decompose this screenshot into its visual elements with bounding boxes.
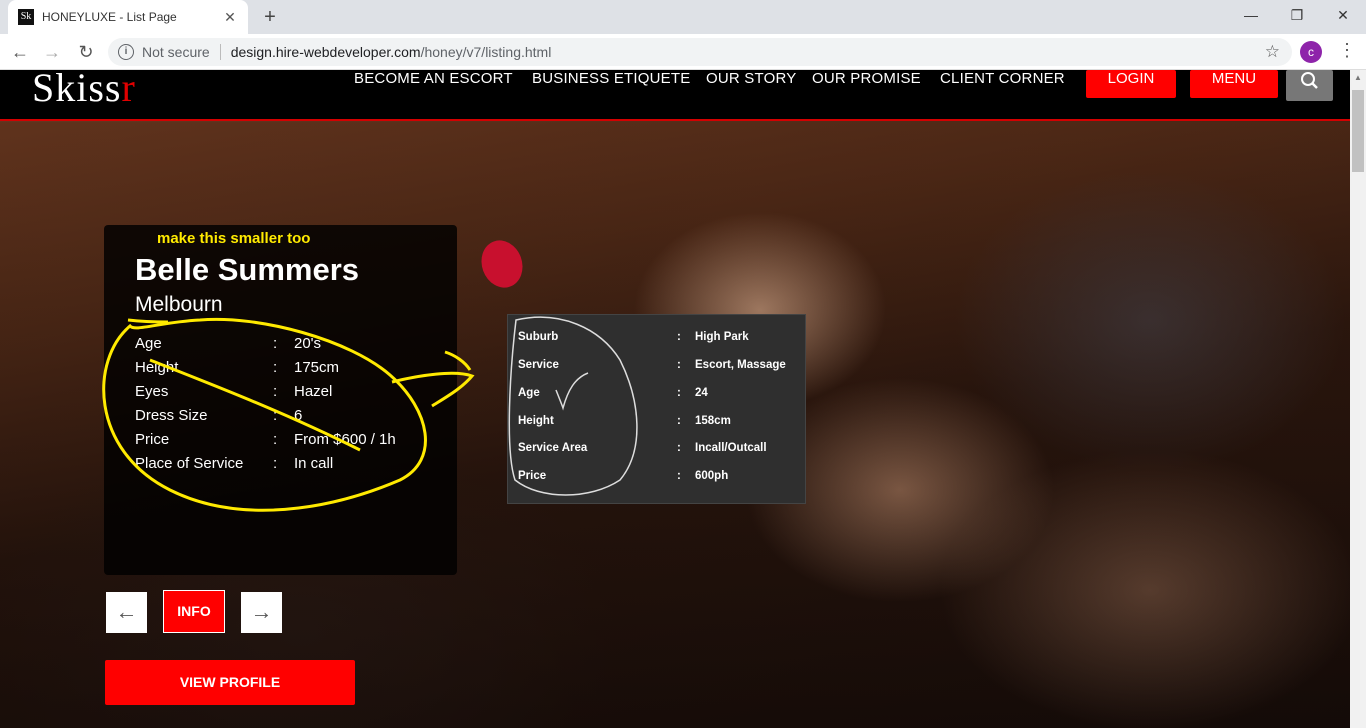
attribute-row: Place of Service : In call [135, 455, 435, 475]
back-icon[interactable]: ← [8, 40, 32, 64]
attribute-label: Price [135, 431, 170, 448]
table-row: Price : 600ph [518, 470, 798, 486]
attribute-separator: : [273, 383, 278, 400]
table-label: Service [518, 359, 559, 371]
table-separator: : [677, 331, 681, 343]
table-label: Service Area [518, 442, 588, 454]
table-separator: : [677, 387, 681, 399]
attribute-separator: : [273, 335, 278, 352]
attribute-label: Place of Service [135, 455, 244, 472]
browser-tab[interactable]: Sk HONEYLUXE - List Page ✕ [8, 0, 248, 34]
annotation-note: make this smaller too [157, 230, 311, 247]
attribute-value: In call [294, 455, 334, 472]
bookmark-star-icon[interactable]: ☆ [1265, 42, 1280, 62]
profile-city: Melbourn [135, 293, 223, 316]
attribute-label: Dress Size [135, 407, 208, 424]
page-scrollbar[interactable]: ▲ [1350, 70, 1366, 728]
prev-button[interactable]: ← [106, 592, 147, 633]
favicon-icon: Sk [18, 9, 34, 25]
table-value: Escort, Massage [695, 359, 786, 371]
attribute-separator: : [273, 455, 278, 472]
table-value: Incall/Outcall [695, 442, 767, 454]
new-tab-icon[interactable]: + [258, 5, 282, 29]
table-separator: : [677, 359, 681, 371]
table-value: 158cm [695, 415, 731, 427]
nav-our-promise[interactable]: OUR PROMISE [812, 70, 921, 87]
attribute-value: 6 [294, 407, 303, 424]
forward-icon[interactable]: → [40, 40, 64, 64]
table-row: Height : 158cm [518, 415, 798, 431]
table-separator: : [677, 470, 681, 482]
table-row: Suburb : High Park [518, 331, 798, 347]
attribute-label: Eyes [135, 383, 169, 400]
logo-accent: r [121, 70, 136, 110]
attribute-separator: : [273, 407, 278, 424]
page-viewport: Skissr BECOME AN ESCORT BUSINESS ETIQUET… [0, 70, 1350, 728]
site-logo[interactable]: Skissr [32, 70, 136, 111]
profile-name: Belle Summers [135, 252, 359, 287]
table-value: High Park [695, 331, 749, 343]
table-row: Service Area : Incall/Outcall [518, 442, 798, 458]
attribute-separator: : [273, 359, 278, 376]
menu-button[interactable]: MENU [1190, 70, 1278, 98]
attribute-value: 20's [294, 335, 322, 352]
attribute-value: From $600 / 1h [294, 431, 396, 448]
attribute-row: Age : 20's [135, 335, 435, 355]
attribute-label: Age [135, 335, 162, 352]
arrow-left-icon: ← [115, 599, 138, 624]
browser-tab-strip: Sk HONEYLUXE - List Page ✕ + — ❐ ✕ [0, 0, 1366, 34]
table-value: 600ph [695, 470, 729, 482]
reload-icon[interactable]: ↻ [74, 40, 98, 64]
attribute-row: Eyes : Hazel [135, 383, 435, 403]
table-label: Height [518, 415, 554, 427]
attribute-label: Height [135, 359, 179, 376]
close-icon[interactable]: ✕ [222, 9, 238, 26]
scroll-up-icon[interactable]: ▲ [1350, 70, 1366, 86]
view-profile-button[interactable]: VIEW PROFILE [105, 660, 355, 705]
url-host: design.hire-webdeveloper.com [230, 44, 421, 60]
restore-icon[interactable]: ❐ [1274, 0, 1320, 30]
window-close-icon[interactable]: ✕ [1320, 0, 1366, 30]
attribute-row: Height : 175cm [135, 359, 435, 379]
search-icon [1301, 72, 1318, 89]
table-label: Age [518, 387, 540, 399]
table-value: 24 [695, 387, 708, 399]
table-separator: : [677, 442, 681, 454]
table-label: Suburb [518, 331, 559, 343]
security-label: Not secure [142, 44, 210, 60]
arrow-right-icon: → [250, 599, 273, 624]
address-separator [219, 44, 221, 60]
login-button[interactable]: LOGIN [1086, 70, 1176, 98]
attribute-separator: : [273, 431, 278, 448]
attribute-value: Hazel [294, 383, 333, 400]
nav-business-etiquete[interactable]: BUSINESS ETIQUETE [532, 70, 690, 87]
search-button[interactable] [1286, 70, 1333, 101]
address-bar[interactable]: i Not secure design.hire-webdeveloper.co… [108, 38, 1292, 66]
info-icon[interactable]: i [118, 44, 134, 60]
attribute-value: 175cm [294, 359, 340, 376]
nav-our-story[interactable]: OUR STORY [706, 70, 796, 87]
nav-become-escort[interactable]: BECOME AN ESCORT [354, 70, 513, 87]
table-row: Age : 24 [518, 387, 798, 403]
info-button[interactable]: INFO [163, 590, 225, 633]
url-path: /honey/v7/listing.html [420, 44, 552, 60]
profile-avatar[interactable]: c [1300, 41, 1322, 63]
reference-details-table: Suburb : High Park Service : Escort, Mas… [507, 314, 806, 504]
table-row: Service : Escort, Massage [518, 359, 798, 375]
minimize-icon[interactable]: — [1228, 0, 1274, 30]
browser-toolbar: ← → ↻ i Not secure design.hire-webdevelo… [0, 34, 1366, 70]
site-header: Skissr BECOME AN ESCORT BUSINESS ETIQUET… [0, 70, 1350, 121]
table-label: Price [518, 470, 547, 482]
next-button[interactable]: → [241, 592, 282, 633]
tab-title: HONEYLUXE - List Page [42, 10, 177, 24]
nav-client-corner[interactable]: CLIENT CORNER [940, 70, 1065, 87]
table-separator: : [677, 415, 681, 427]
logo-text: Skiss [32, 70, 122, 110]
profile-info-card: make this smaller too Belle Summers Melb… [104, 225, 457, 575]
attribute-row: Price : From $600 / 1h [135, 431, 435, 451]
attribute-row: Dress Size : 6 [135, 407, 435, 427]
scroll-thumb[interactable] [1352, 90, 1364, 172]
more-menu-icon[interactable]: ⋮ [1338, 40, 1356, 61]
